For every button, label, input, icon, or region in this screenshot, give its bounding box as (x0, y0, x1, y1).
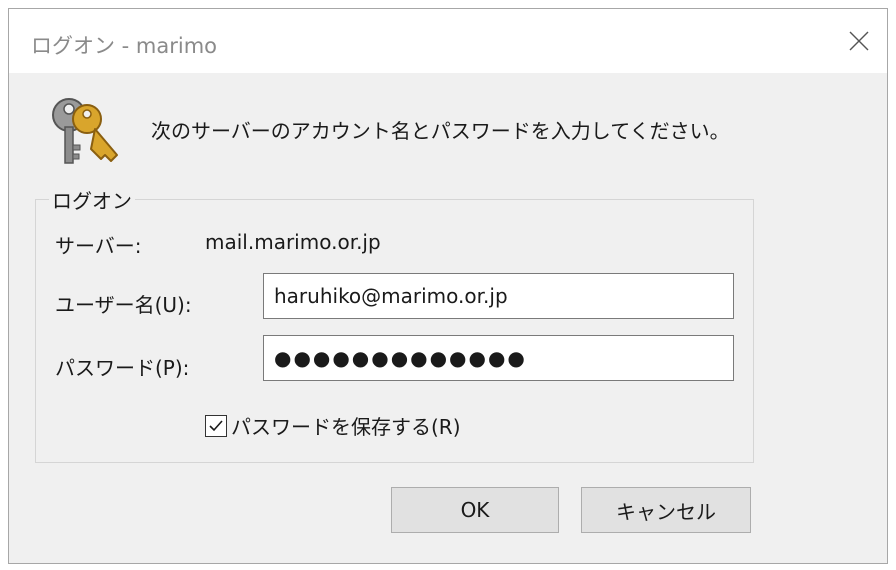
username-field[interactable] (263, 273, 734, 319)
remember-password-checkbox[interactable]: パスワードを保存する(R) (205, 411, 461, 440)
logon-dialog: ログオン - marimo 次のサーバーのアカウント名とパスワードを入力してくだ… (8, 8, 888, 564)
close-icon (849, 31, 869, 51)
prompt-text: 次のサーバーのアカウント名とパスワードを入力してください。 (151, 119, 730, 143)
server-value: mail.marimo.or.jp (205, 230, 381, 254)
groupbox-label: ログオン (49, 185, 135, 214)
close-button[interactable] (839, 22, 879, 60)
checkbox-box[interactable] (205, 414, 227, 437)
password-label: パスワード(P): (55, 356, 190, 380)
password-field[interactable] (263, 335, 734, 381)
remember-password-label: パスワードを保存する(R) (231, 415, 461, 439)
title-bar: ログオン - marimo (9, 9, 887, 73)
window-title: ログオン - marimo (31, 34, 218, 58)
cancel-button[interactable]: キャンセル (581, 487, 751, 533)
key-icon (52, 98, 118, 164)
ok-button[interactable]: OK (391, 487, 559, 533)
check-icon (209, 419, 223, 431)
username-label: ユーザー名(U): (55, 293, 192, 317)
server-label: サーバー: (55, 234, 142, 258)
